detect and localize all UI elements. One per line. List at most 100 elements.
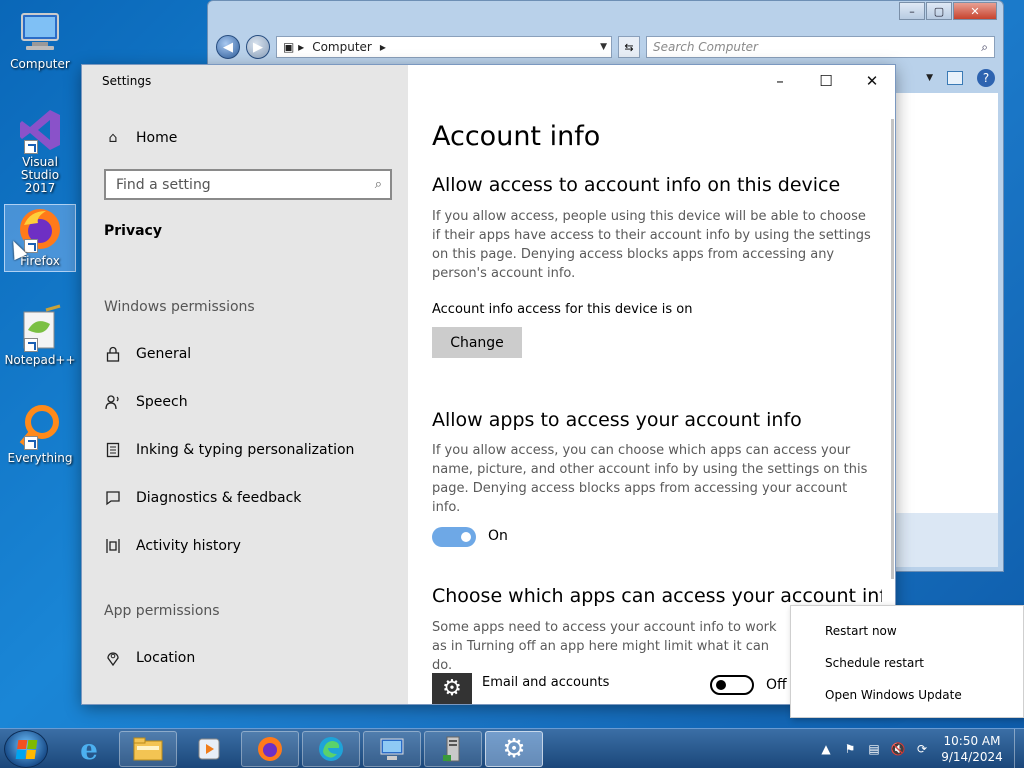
- start-button[interactable]: [4, 730, 48, 768]
- back-button[interactable]: ◀: [216, 35, 240, 59]
- app-access-toggle[interactable]: [432, 527, 476, 547]
- sidebar-item-activity-history[interactable]: Activity history: [104, 537, 241, 555]
- location-icon: [104, 649, 122, 667]
- home-icon: ⌂: [108, 130, 118, 146]
- sidebar-item-label: Inking & typing personalization: [136, 442, 355, 458]
- sidebar-item-location[interactable]: Location: [104, 649, 195, 667]
- section-description: If you allow access, people using this d…: [432, 209, 871, 281]
- sidebar-item-label: Speech: [136, 394, 188, 410]
- section-description: If you allow access, you can choose whic…: [432, 443, 868, 515]
- feedback-icon: [104, 489, 122, 507]
- find-setting-input[interactable]: Find a setting ⌕: [104, 169, 392, 200]
- device-access-status: Account info access for this device is o…: [432, 302, 693, 317]
- shortcut-arrow-icon: [24, 140, 38, 154]
- desktop-icon-visual-studio[interactable]: Visual Studio 2017: [4, 106, 76, 196]
- sidebar-item-general[interactable]: General: [104, 345, 191, 363]
- explorer-toolbar: ▼ ?: [926, 69, 995, 87]
- taskbar-firefox[interactable]: [241, 731, 299, 767]
- desktop-icon-notepadpp[interactable]: Notepad++: [4, 304, 76, 367]
- taskbar-remote-desktop[interactable]: [363, 731, 421, 767]
- desktop-icon-label: Firefox: [20, 254, 60, 268]
- scrollbar-thumb[interactable]: [891, 119, 894, 579]
- chevron-right-icon: ▸: [379, 40, 386, 54]
- computer-icon: [16, 8, 64, 56]
- window-title: Settings: [102, 74, 152, 88]
- email-accounts-toggle[interactable]: [710, 675, 754, 695]
- media-player-icon: [198, 738, 220, 760]
- volume-muted-icon[interactable]: 🔇: [890, 741, 906, 757]
- preview-pane-icon[interactable]: [947, 71, 963, 85]
- section-title-choose-apps: Choose which apps can access your accoun…: [432, 585, 882, 607]
- show-desktop-button[interactable]: [1014, 729, 1024, 768]
- firefox-icon: [258, 737, 282, 761]
- sidebar-section-title: Privacy: [104, 223, 162, 239]
- sidebar-item-speech[interactable]: Speech: [104, 393, 188, 411]
- search-icon: ⌕: [374, 177, 382, 192]
- desktop-icon-label: Visual Studio 2017: [20, 155, 60, 196]
- show-hidden-icons-icon[interactable]: ▲: [818, 741, 834, 757]
- section-title-app-access: Allow apps to access your account info: [432, 409, 802, 431]
- help-icon[interactable]: ?: [977, 69, 995, 87]
- action-center-icon[interactable]: ⚑: [842, 741, 858, 757]
- taskbar-explorer[interactable]: [119, 731, 177, 767]
- internet-explorer-icon: e: [80, 732, 98, 766]
- desktop-icon-label: Notepad++: [4, 353, 76, 367]
- shortcut-arrow-icon: [24, 239, 38, 253]
- menu-item-restart-now[interactable]: Restart now: [825, 624, 897, 638]
- update-icon[interactable]: ⟳: [914, 741, 930, 757]
- taskbar-settings[interactable]: ⚙: [485, 731, 543, 767]
- menu-item-schedule-restart[interactable]: Schedule restart: [825, 656, 924, 670]
- search-icon: ⌕: [981, 39, 988, 54]
- shortcut-arrow-icon: [24, 338, 38, 352]
- forward-button[interactable]: ▶: [246, 35, 270, 59]
- sidebar-item-label: Activity history: [136, 538, 241, 554]
- desktop-icon-label: Everything: [7, 451, 73, 465]
- taskbar: e ⚙ ▲ ⚑ ▤ 🔇 ⟳ 10:50 AM 9/14/2024: [0, 728, 1024, 768]
- settings-window[interactable]: ⌂ Home Find a setting ⌕ Privacy Windows …: [82, 65, 895, 704]
- explorer-search-input[interactable]: Search Computer ⌕: [646, 36, 995, 58]
- sidebar-item-diagnostics[interactable]: Diagnostics & feedback: [104, 489, 301, 507]
- close-button[interactable]: ✕: [953, 2, 997, 20]
- speech-icon: [104, 393, 122, 411]
- network-icon[interactable]: ▤: [866, 741, 882, 757]
- sidebar-item-label: Home: [136, 130, 178, 146]
- desktop-icon-computer[interactable]: Computer: [4, 8, 76, 71]
- minimize-button[interactable]: –: [899, 2, 925, 20]
- maximize-button[interactable]: ▢: [926, 2, 952, 20]
- taskbar-server-manager[interactable]: [424, 731, 482, 767]
- sidebar-item-label: Location: [136, 650, 196, 666]
- change-button[interactable]: Change: [432, 327, 522, 358]
- section-description: Some apps need to access your account in…: [432, 620, 777, 673]
- system-tray: ▲ ⚑ ▤ 🔇 ⟳: [818, 729, 930, 768]
- taskbar-edge[interactable]: [302, 731, 360, 767]
- clock-date: 9/14/2024: [941, 750, 1003, 764]
- taskbar-ie[interactable]: e: [60, 731, 118, 767]
- address-bar[interactable]: ▣ ▸ Computer ▸ ▼: [276, 36, 612, 58]
- update-context-menu: Restart now Schedule restart Open Window…: [790, 605, 1024, 718]
- explorer-caption-buttons: – ▢ ✕: [899, 2, 997, 20]
- sidebar-item-inking[interactable]: Inking & typing personalization: [104, 441, 354, 459]
- everything-icon: [16, 402, 64, 450]
- inking-icon: [104, 441, 122, 459]
- taskbar-media-player[interactable]: [180, 731, 238, 767]
- explorer-navbar: ◀ ▶ ▣ ▸ Computer ▸ ▼ ⇆ Search Computer ⌕: [216, 35, 995, 59]
- app-name: Email and accounts: [482, 675, 610, 690]
- toggle-label: Off: [766, 677, 787, 693]
- clock-time: 10:50 AM: [943, 734, 1001, 748]
- view-dropdown-icon[interactable]: ▼: [926, 73, 933, 83]
- refresh-button[interactable]: ⇆: [618, 36, 640, 58]
- taskbar-clock[interactable]: 10:50 AM 9/14/2024: [934, 733, 1010, 765]
- desktop-icon-everything[interactable]: Everything: [4, 402, 76, 465]
- activity-icon: [104, 537, 122, 555]
- shortcut-arrow-icon: [24, 436, 38, 450]
- chevron-down-icon[interactable]: ▼: [600, 42, 611, 52]
- sidebar-item-home[interactable]: ⌂ Home: [104, 129, 178, 147]
- gear-icon: ⚙: [432, 673, 472, 704]
- explorer-content: [892, 93, 998, 567]
- desktop-icon-firefox[interactable]: Firefox: [4, 204, 76, 272]
- sidebar-item-label: General: [136, 346, 192, 362]
- menu-item-open-windows-update[interactable]: Open Windows Update: [825, 688, 962, 702]
- page-title: Account info: [432, 121, 601, 152]
- folder-icon: [133, 737, 163, 761]
- server-icon: [443, 736, 460, 762]
